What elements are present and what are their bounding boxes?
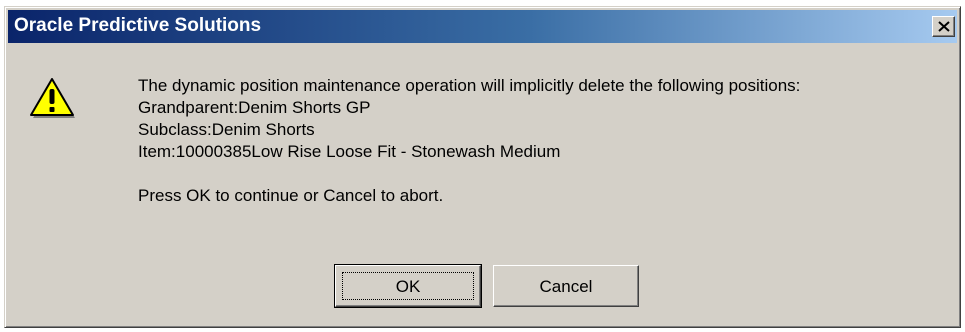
title-bar[interactable]: Oracle Predictive Solutions [8, 10, 957, 43]
cancel-button[interactable]: Cancel [493, 265, 639, 307]
close-icon [938, 21, 950, 32]
close-button[interactable] [932, 16, 955, 37]
message-line: Item:10000385Low Rise Loose Fit - Stonew… [138, 142, 561, 161]
message-prompt: Press OK to continue or Cancel to abort. [138, 186, 444, 205]
cancel-button-label: Cancel [539, 277, 593, 296]
dialog-window: Oracle Predictive Solutions The dynamic … [4, 6, 961, 328]
message-text: The dynamic position maintenance operati… [138, 75, 800, 207]
warning-icon [30, 78, 75, 118]
ok-button-label: OK [395, 277, 421, 296]
message-line: The dynamic position maintenance operati… [138, 76, 801, 95]
window-title: Oracle Predictive Solutions [14, 15, 262, 36]
message-line: Grandparent:Denim Shorts GP [138, 98, 371, 117]
message-line: Subclass:Denim Shorts [138, 120, 315, 139]
ok-button[interactable]: OK [334, 264, 482, 308]
